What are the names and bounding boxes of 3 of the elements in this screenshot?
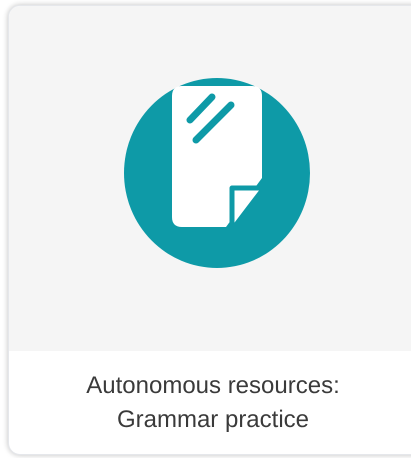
document-icon <box>124 78 310 268</box>
card-title: Autonomous resources: Grammar practice <box>85 370 341 434</box>
resource-card[interactable]: Autonomous resources: Grammar practice <box>8 5 411 455</box>
